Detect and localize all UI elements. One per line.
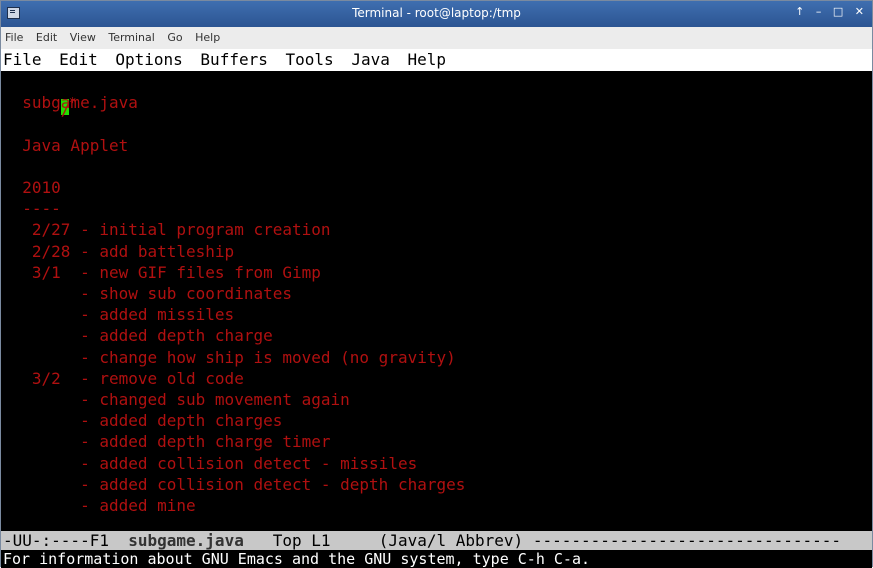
buffer-line: - added collision detect - depth charges: [3, 474, 466, 494]
emacs-menu-tools[interactable]: Tools: [286, 50, 334, 69]
emacs-menu-file[interactable]: File: [3, 50, 42, 69]
modeline-mode: (Java/l Abbrev): [378, 531, 533, 550]
buffer-line: 2/28 - add battleship: [3, 241, 235, 261]
modeline-position: Top L1: [243, 531, 379, 550]
mode-line: -UU-:----F1 subgame.java Top L1 (Java/l …: [1, 531, 872, 550]
raise-icon[interactable]: ↑: [795, 5, 808, 18]
buffer-line: 3/2 - remove old code: [3, 368, 244, 388]
minimize-icon[interactable]: –: [816, 5, 826, 18]
modeline-fill: --------------------------------: [532, 531, 842, 550]
editor-buffer[interactable]: /* subgame.java Java Applet 2010 ---- 2/…: [1, 71, 872, 531]
terminal-menu-go[interactable]: Go: [167, 31, 182, 44]
emacs-menu-help[interactable]: Help: [407, 50, 446, 69]
emacs-menu-java[interactable]: Java: [351, 50, 390, 69]
terminal-menu-bar: File Edit View Terminal Go Help: [1, 27, 872, 50]
emacs-menu-bar: File Edit Options Buffers Tools Java Hel…: [1, 49, 872, 71]
minibuffer[interactable]: For information about GNU Emacs and the …: [1, 550, 872, 568]
terminal-menu-file[interactable]: File: [5, 31, 23, 44]
window-controls: ↑ – □ ✕: [795, 5, 868, 18]
terminal-menu-terminal[interactable]: Terminal: [108, 31, 155, 44]
modeline-buffer-name: subgame.java: [128, 531, 244, 550]
buffer-line: 2010: [3, 178, 61, 197]
buffer-line: - added mine: [3, 496, 196, 515]
terminal-menu-edit[interactable]: Edit: [36, 31, 57, 44]
buffer-line: - change how ship is moved (no gravity): [3, 347, 456, 367]
buffer-line: 3/1 - new GIF files from Gimp: [3, 262, 321, 282]
buffer-line: /*: [3, 71, 77, 119]
window-title: Terminal - root@laptop:/tmp: [352, 6, 521, 20]
buffer-line: - changed sub movement again: [3, 390, 350, 409]
buffer-line: Java Applet: [3, 135, 129, 155]
terminal-menu-help[interactable]: Help: [195, 31, 220, 44]
buffer-line: - added depth charge: [3, 326, 273, 346]
emacs-menu-options[interactable]: Options: [115, 50, 182, 69]
buffer-line: subgame.java: [3, 93, 138, 113]
modeline-status: -UU-:----F1: [3, 531, 129, 550]
terminal-menu-view[interactable]: View: [70, 31, 96, 44]
buffer-line: 2/27 - initial program creation: [3, 220, 331, 240]
buffer-line: ----: [3, 199, 61, 219]
emacs-menu-edit[interactable]: Edit: [59, 50, 98, 69]
maximize-icon[interactable]: □: [833, 5, 847, 18]
buffer-line: - added collision detect - missiles: [3, 453, 418, 473]
terminal-window: Terminal - root@laptop:/tmp ↑ – □ ✕ File…: [0, 0, 873, 568]
buffer-line: - show sub coordinates: [3, 284, 292, 303]
close-icon[interactable]: ✕: [855, 5, 868, 18]
emacs-menu-buffers[interactable]: Buffers: [200, 50, 267, 69]
title-bar[interactable]: Terminal - root@laptop:/tmp ↑ – □ ✕: [1, 1, 872, 27]
buffer-line: - added depth charges: [3, 411, 283, 431]
buffer-line: - added depth charge timer: [3, 432, 331, 452]
buffer-line: - added missiles: [3, 305, 235, 325]
